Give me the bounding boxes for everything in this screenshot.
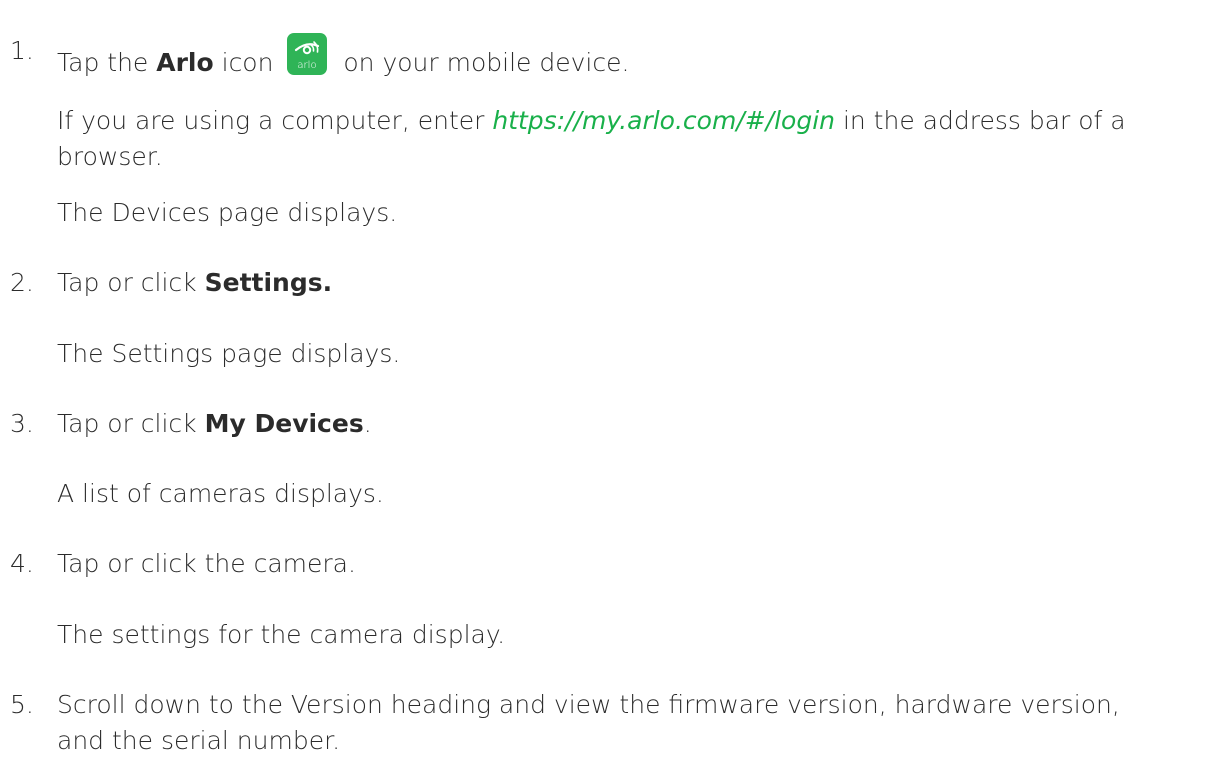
step-number: 5. xyxy=(10,690,34,719)
step-instruction: Tap or click Settings. xyxy=(57,268,333,297)
step-1-result: The Devices page displays. xyxy=(57,198,398,227)
my-devices-label: My Devices xyxy=(204,409,364,438)
step-4-result: The settings for the camera display. xyxy=(57,620,506,649)
step-number: 4. xyxy=(10,549,34,578)
step-instruction: Tap the Arlo icon arlo on your mobile de… xyxy=(57,33,629,81)
step-instruction: Tap or click My Devices. xyxy=(57,409,372,438)
step-2-result: The Settings page displays. xyxy=(57,339,401,368)
step-instruction: Scroll down to the Version heading and v… xyxy=(57,690,1120,755)
step-instruction: Tap or click the camera. xyxy=(57,549,356,578)
step-1-note: If you are using a computer, enter https… xyxy=(57,106,1126,171)
step-number: 3. xyxy=(10,409,34,438)
step-3-result: A list of cameras displays. xyxy=(57,479,384,508)
svg-text:arlo: arlo xyxy=(298,60,317,71)
arlo-login-link[interactable]: https://my.arlo.com/#/login xyxy=(492,106,835,135)
step-number: 2. xyxy=(10,268,34,297)
settings-label: Settings. xyxy=(204,268,333,297)
arlo-app-icon: arlo xyxy=(287,33,328,75)
arlo-app-name: Arlo xyxy=(156,48,214,77)
step-number: 1. xyxy=(10,36,34,65)
